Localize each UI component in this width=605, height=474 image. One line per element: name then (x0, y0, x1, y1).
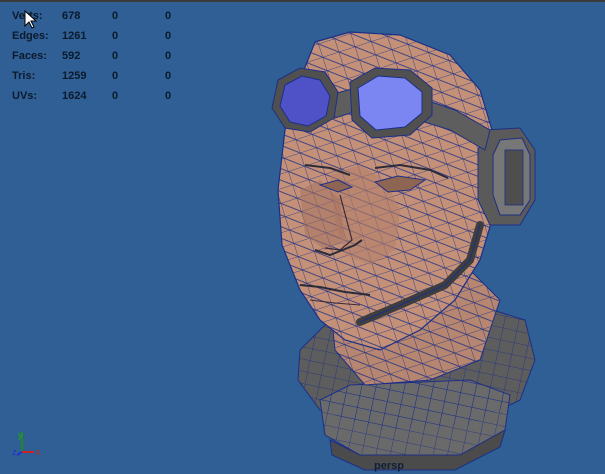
stat-label: Faces: (12, 50, 47, 62)
z-axis-label: z (12, 447, 17, 457)
persp-viewport[interactable]: Verts: 678 0 0 Edges: 1261 0 0 Faces: 59… (0, 0, 605, 474)
stat-label: Edges: (12, 30, 49, 42)
stat-value-selected: 0 (112, 30, 119, 42)
stat-value-selection: 0 (165, 10, 172, 22)
stat-value-scene: 1259 (62, 70, 87, 82)
stat-value-selection: 0 (165, 70, 172, 82)
stat-value-selection: 0 (165, 50, 172, 62)
stat-value-scene: 1624 (62, 90, 87, 102)
stat-value-scene: 592 (62, 50, 81, 62)
stat-value-selection: 0 (165, 90, 172, 102)
stat-label: Tris: (12, 70, 36, 82)
stat-row-tris: Tris: 1259 0 0 (12, 66, 195, 86)
stat-value-scene: 1261 (62, 30, 87, 42)
stat-row-uvs: UVs: 1624 0 0 (12, 86, 195, 106)
poly-count-hud: Verts: 678 0 0 Edges: 1261 0 0 Faces: 59… (12, 6, 195, 106)
camera-name-label: persp (374, 460, 404, 472)
x-axis-label: x (36, 447, 41, 457)
stat-row-faces: Faces: 592 0 0 (12, 46, 195, 66)
stat-row-edges: Edges: 1261 0 0 (12, 26, 195, 46)
z-axis-line (16, 451, 23, 456)
stat-value-selected: 0 (112, 70, 119, 82)
stat-value-selected: 0 (112, 90, 119, 102)
stat-value-selected: 0 (112, 10, 119, 22)
stat-value-scene: 678 (62, 10, 81, 22)
stat-label: UVs: (12, 90, 38, 102)
stat-value-selection: 0 (165, 30, 172, 42)
view-axis-gizmo: y x z (12, 430, 41, 457)
mouse-pointer-icon (24, 10, 38, 29)
stat-row-verts: Verts: 678 0 0 (12, 6, 195, 26)
y-axis-label: y (18, 430, 23, 440)
stat-value-selected: 0 (112, 50, 119, 62)
